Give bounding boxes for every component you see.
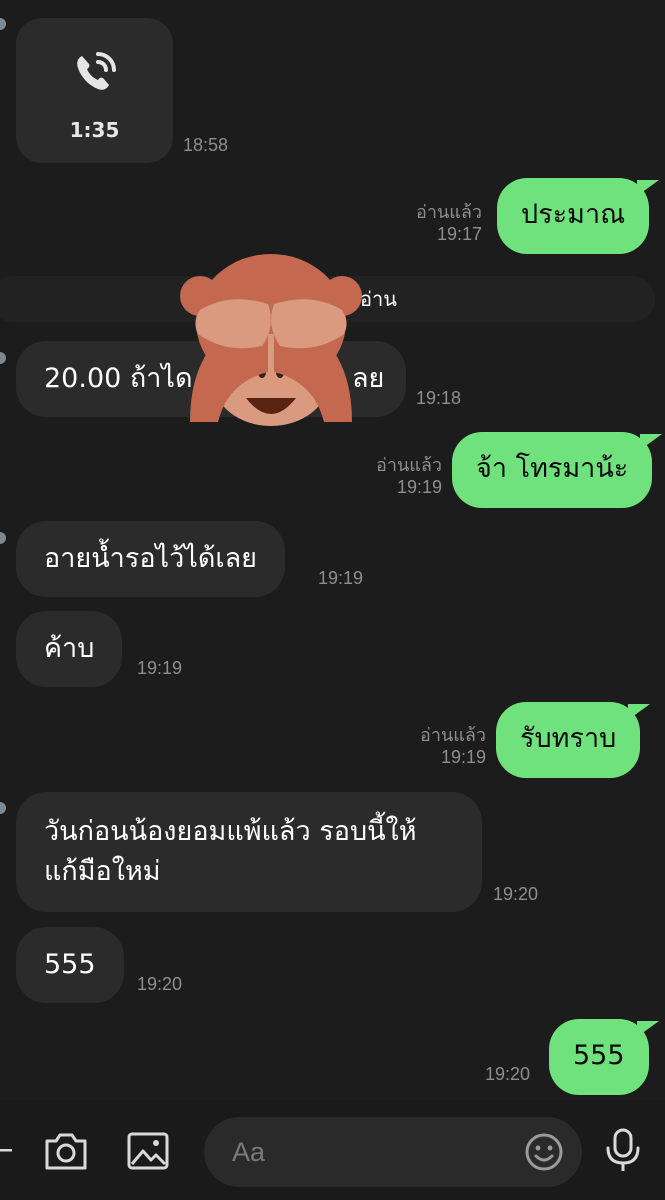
bubble-tail (628, 704, 651, 720)
message-text: รับทราบ (520, 723, 617, 754)
outgoing-message[interactable]: จ้า โทรมาน้ะ (452, 432, 663, 508)
message-time: 19:20 (493, 884, 539, 904)
avatar[interactable] (0, 802, 6, 814)
read-label: อ่านแล้ว (416, 202, 482, 222)
read-receipt: อ่านแล้ว 19:19 (394, 724, 486, 768)
message-time: 19:19 (318, 568, 364, 588)
message-time: 19:19 (440, 747, 486, 767)
avatar[interactable] (0, 352, 6, 364)
bubble-tail (637, 180, 660, 196)
emoji-icon[interactable] (524, 1132, 564, 1172)
avatar[interactable] (0, 18, 6, 30)
incoming-message[interactable]: อายน้ำรอไว้ได้เลย (16, 521, 285, 597)
message-input[interactable] (232, 1117, 512, 1187)
message-time: 19:20 (485, 1064, 531, 1084)
outgoing-message[interactable]: ประมาณ (497, 178, 660, 254)
plus-icon[interactable] (0, 1142, 14, 1158)
message-composer (0, 1100, 665, 1200)
message-text: 555 (44, 949, 96, 980)
bubble-tail (640, 434, 663, 450)
message-time: 19:19 (137, 658, 183, 678)
message-text-line: วันก่อนน้องยอมแพ้แล้ว รอบนี้ให้ (44, 816, 417, 847)
message-time: 19:18 (416, 388, 462, 408)
call-bubble[interactable]: 1:35 (16, 18, 173, 163)
avatar[interactable] (0, 532, 6, 544)
message-text: ประมาณ (521, 199, 626, 230)
read-receipt: อ่านแล้ว 19:19 (350, 454, 442, 498)
read-label: อ่านแล้ว (376, 455, 442, 475)
incoming-message[interactable]: 555 (16, 927, 124, 1003)
message-time: 19:17 (436, 224, 482, 244)
monkey-see-no-evil-sticker[interactable] (180, 252, 362, 434)
message-text: 555 (573, 1040, 625, 1071)
read-receipt: อ่านแล้ว 19:17 (390, 201, 482, 245)
image-icon[interactable] (126, 1131, 170, 1171)
chat-area: 1:35 18:58 อ่านแล้ว 19:17 ประมาณ อ่าน 20… (0, 0, 665, 1100)
message-text: จ้า โทรมาน้ะ (476, 453, 629, 484)
message-text: ค้าบ (44, 633, 95, 664)
outgoing-message[interactable]: รับทราบ (496, 702, 651, 778)
incoming-message[interactable]: ค้าบ (16, 611, 123, 687)
message-time: 19:20 (137, 974, 183, 994)
microphone-icon[interactable] (604, 1128, 642, 1174)
outgoing-message[interactable]: 555 (549, 1019, 659, 1095)
message-text: 20.00 ถ้าได (44, 363, 193, 394)
read-label: อ่านแล้ว (420, 725, 486, 745)
bubble-tail (636, 1021, 659, 1037)
phone-call-icon (77, 52, 116, 90)
incoming-message[interactable]: วันก่อนน้องยอมแพ้แล้ว รอบนี้ให้ แก้มือให… (16, 792, 482, 912)
message-time: 19:19 (396, 477, 442, 497)
call-duration: 1:35 (69, 118, 120, 142)
message-input-box[interactable] (204, 1117, 582, 1187)
notice-text: อ่าน (360, 287, 397, 311)
camera-icon[interactable] (44, 1131, 88, 1171)
message-text-line: แก้มือใหม่ (44, 856, 161, 887)
message-time: 18:58 (183, 135, 229, 155)
message-text: อายน้ำรอไว้ได้เลย (44, 543, 257, 574)
